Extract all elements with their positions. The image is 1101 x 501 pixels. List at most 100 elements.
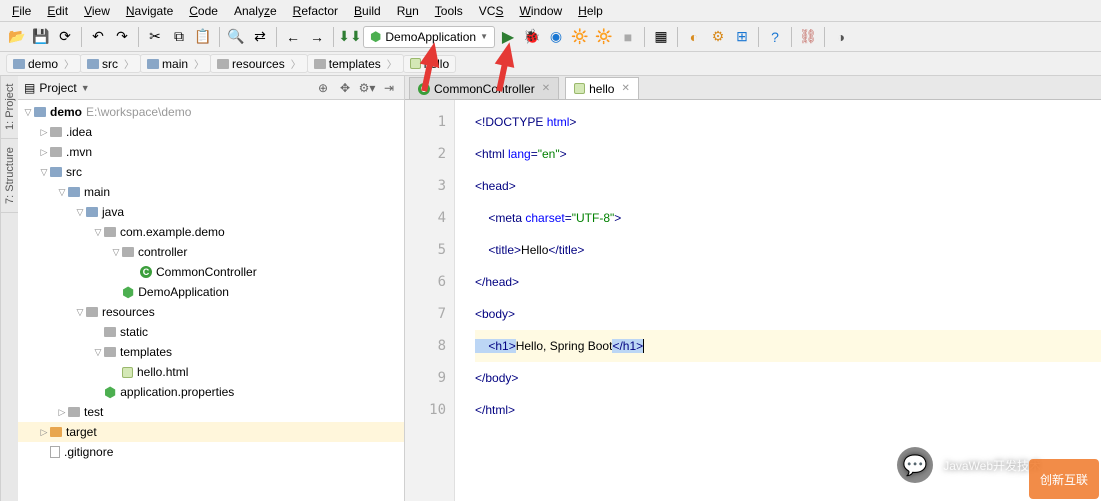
select-opened-icon[interactable]: ✥ (336, 79, 354, 97)
coverage-icon[interactable]: ◉ (545, 26, 567, 48)
tree-gitignore[interactable]: .gitignore (18, 442, 404, 462)
side-project-button[interactable]: 1: Project (1, 76, 18, 139)
tree-demoapplication[interactable]: ⬢DemoApplication (18, 282, 404, 302)
stop-icon[interactable]: ■ (617, 26, 639, 48)
cut-icon[interactable]: ✂ (144, 26, 166, 48)
spring-leaf-icon: ⬢ (104, 384, 116, 401)
tree-controller-folder[interactable]: ▽controller (18, 242, 404, 262)
menu-analyze[interactable]: Analyze (226, 2, 285, 20)
close-icon[interactable]: ✕ (621, 83, 629, 94)
help-icon[interactable]: ? (764, 26, 786, 48)
tree-app-properties[interactable]: ⬢application.properties (18, 382, 404, 402)
tree-target[interactable]: ▷target (18, 422, 404, 442)
crumb-label: templates (329, 57, 381, 71)
html-icon (574, 83, 585, 94)
class-icon: C (140, 266, 152, 278)
structure-icon[interactable]: ⊞ (731, 26, 753, 48)
replace-icon[interactable]: ⇄ (249, 26, 271, 48)
toolbar-separator (824, 27, 825, 47)
tree-static[interactable]: static (18, 322, 404, 342)
project-panel-title: Project (39, 81, 76, 95)
folder-icon (50, 127, 62, 137)
menu-file[interactable]: File (4, 2, 39, 20)
paste-icon[interactable]: 📋 (192, 26, 214, 48)
menu-edit[interactable]: Edit (39, 2, 76, 20)
crumb-resources[interactable]: resources〉 (210, 54, 308, 73)
profile-icon[interactable]: 🔆 (569, 26, 591, 48)
eclipse-icon[interactable]: ◑ (830, 26, 852, 48)
menu-window[interactable]: Window (511, 2, 570, 20)
folder-icon (13, 59, 25, 69)
tree-java[interactable]: ▽java (18, 202, 404, 222)
chevron-down-icon: ▼ (480, 32, 488, 41)
folder-icon (314, 59, 326, 69)
redo-icon[interactable]: ↷ (111, 26, 133, 48)
tab-hello[interactable]: hello ✕ (565, 77, 639, 99)
folder-icon (50, 147, 62, 157)
settings-icon[interactable]: ⚙▾ (358, 79, 376, 97)
wechat-icon: 💬 (897, 447, 933, 483)
avd-icon[interactable]: ◐ (683, 26, 705, 48)
crumb-label: resources (232, 57, 285, 71)
line-gutter: 12345678910 (405, 100, 455, 501)
close-icon[interactable]: ✕ (542, 83, 550, 94)
sdk-icon[interactable]: ⚙ (707, 26, 729, 48)
code-editor[interactable]: 12345678910 <!DOCTYPE html> <html lang="… (405, 100, 1101, 501)
collapse-icon[interactable]: ⊕ (314, 79, 332, 97)
tree-hello-html[interactable]: hello.html (18, 362, 404, 382)
menu-tools[interactable]: Tools (427, 2, 471, 20)
debug-icon[interactable]: 🐞 (521, 26, 543, 48)
menu-view[interactable]: View (76, 2, 118, 20)
main-toolbar: 📂 💾 ⟳ ↶ ↷ ✂ ⧉ 📋 🔍 ⇄ ← → ⬇⬇ ⬢ DemoApplica… (0, 22, 1101, 52)
folder-icon (50, 427, 62, 437)
attach-icon[interactable]: 🔆 (593, 26, 615, 48)
undo-icon[interactable]: ↶ (87, 26, 109, 48)
toolbar-separator (333, 27, 334, 47)
layout-icon[interactable]: ▦ (650, 26, 672, 48)
copy-icon[interactable]: ⧉ (168, 26, 190, 48)
crumb-label: src (102, 57, 118, 71)
tree-src[interactable]: ▽src (18, 162, 404, 182)
hide-icon[interactable]: ⇥ (380, 79, 398, 97)
menu-code[interactable]: Code (181, 2, 226, 20)
tree-package[interactable]: ▽com.example.demo (18, 222, 404, 242)
menu-navigate[interactable]: Navigate (118, 2, 181, 20)
crumb-main[interactable]: main〉 (140, 54, 211, 73)
forward-icon[interactable]: → (306, 26, 328, 48)
tree-test[interactable]: ▷test (18, 402, 404, 422)
toolbar-separator (791, 27, 792, 47)
save-icon[interactable]: 💾 (30, 26, 52, 48)
tree-main[interactable]: ▽main (18, 182, 404, 202)
tree-resources[interactable]: ▽resources (18, 302, 404, 322)
folder-icon (104, 327, 116, 337)
crumb-demo[interactable]: demo〉 (6, 54, 81, 73)
find-icon[interactable]: 🔍 (225, 26, 247, 48)
tree-templates[interactable]: ▽templates (18, 342, 404, 362)
toolbar-separator (81, 27, 82, 47)
menu-build[interactable]: Build (346, 2, 389, 20)
project-panel: ▤ Project ▼ ⊕ ✥ ⚙▾ ⇥ ▽demoE:\workspace\d… (18, 76, 405, 501)
tree-idea[interactable]: ▷.idea (18, 122, 404, 142)
crumb-templates[interactable]: templates〉 (307, 54, 404, 73)
tree-root-demo[interactable]: ▽demoE:\workspace\demo (18, 102, 404, 122)
crumb-src[interactable]: src〉 (80, 54, 141, 73)
sync-icon[interactable]: ⟳ (54, 26, 76, 48)
toolbar-separator (644, 27, 645, 47)
build-icon[interactable]: ⬇⬇ (339, 26, 361, 48)
tab-label: hello (589, 82, 614, 96)
tab-commoncontroller[interactable]: CCommonController✕ (409, 77, 559, 99)
back-icon[interactable]: ← (282, 26, 304, 48)
menu-refactor[interactable]: Refactor (285, 2, 346, 20)
spring-leaf-icon: ⬢ (122, 284, 134, 301)
menu-run[interactable]: Run (389, 2, 427, 20)
menu-help[interactable]: Help (570, 2, 611, 20)
maven-icon[interactable]: ⛓ (797, 26, 819, 48)
tree-mvn[interactable]: ▷.mvn (18, 142, 404, 162)
crumb-label: demo (28, 57, 58, 71)
code-body[interactable]: <!DOCTYPE html> <html lang="en"> <head> … (455, 100, 1101, 501)
side-structure-button[interactable]: 7: Structure (1, 139, 18, 213)
tree-commoncontroller[interactable]: CCommonController (18, 262, 404, 282)
project-tree[interactable]: ▽demoE:\workspace\demo ▷.idea ▷.mvn ▽src… (18, 100, 404, 501)
open-icon[interactable]: 📂 (6, 26, 28, 48)
menu-vcs[interactable]: VCS (471, 2, 512, 20)
